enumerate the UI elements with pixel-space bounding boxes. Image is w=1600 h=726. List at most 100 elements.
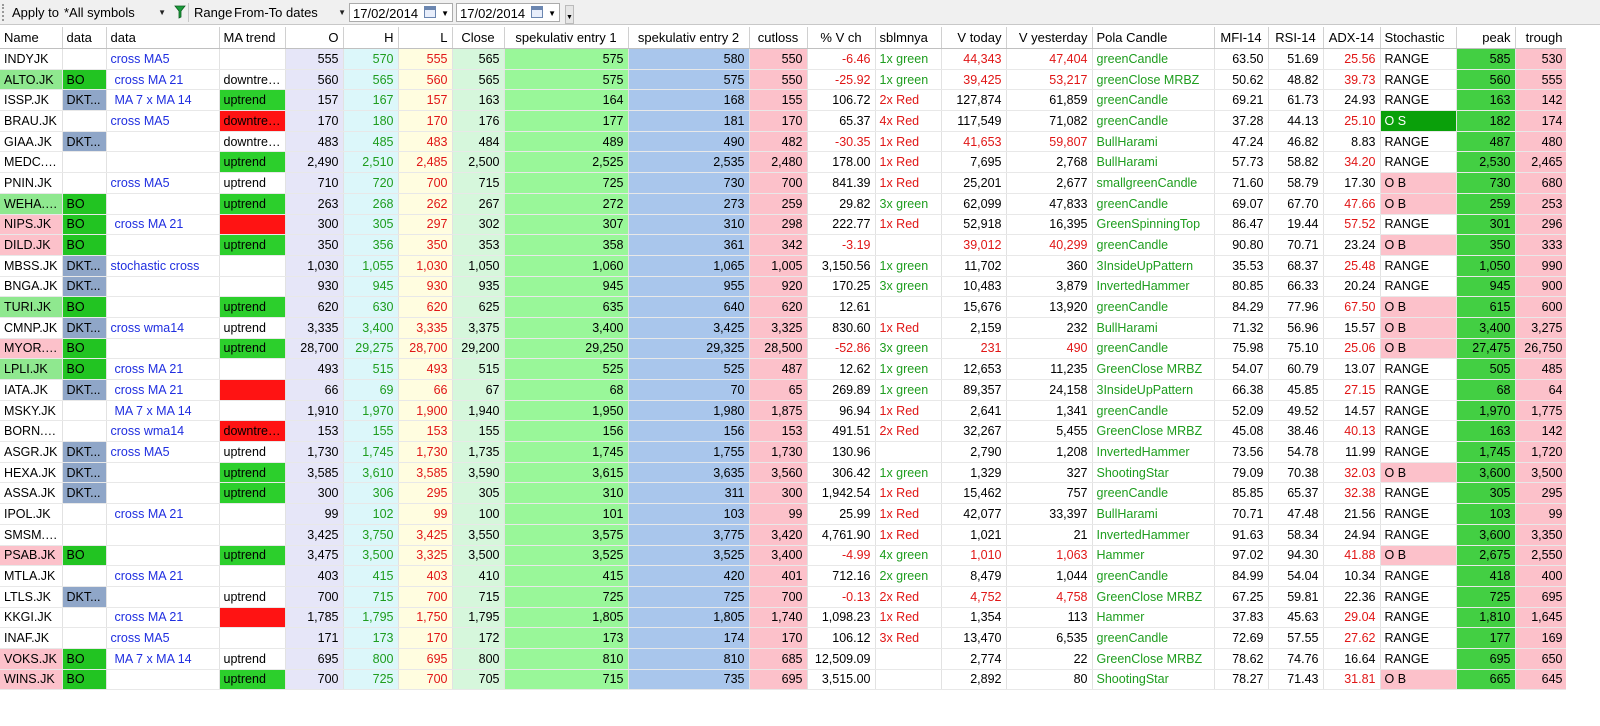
table-row[interactable]: MSKY.JK MA 7 x MA 14 1,910 1,970 1,900 1,940 1… <box>0 400 1568 422</box>
mfi-cell: 71.32 <box>1214 317 1269 339</box>
table-row[interactable]: GIAA.JK DKT... downtren... 483 485 483 484 489 4… <box>0 131 1568 153</box>
column-header[interactable]: MFI-14 <box>1214 27 1269 49</box>
column-header[interactable]: spekulativ entry 2 <box>628 27 750 49</box>
open-cell: 3,475 <box>285 545 344 567</box>
table-row[interactable]: MEDC.JK uptrend 2,490 2,510 2,485 2,500 2,525 2… <box>0 151 1568 174</box>
cutloss-cell: 170 <box>749 110 808 132</box>
table-row[interactable]: ASSA.JK DKT... uptrend 300 306 295 305 310 311 30… <box>0 482 1568 505</box>
table-row[interactable]: PNIN.JK cross MA5 uptrend 710 720 700 715 725 73… <box>0 172 1568 194</box>
table-row[interactable]: ISSP.JK DKT... MA 7 x MA 14 uptrend 157 167 15… <box>0 89 1568 112</box>
table-row[interactable]: IPOL.JK cross MA 21 99 102 99 100 101 103 99 25.9… <box>0 503 1568 525</box>
column-header[interactable]: RSI-14 <box>1268 27 1324 49</box>
table-row[interactable]: WEHA.JK BO uptrend 263 268 262 267 272 273 259 29.… <box>0 193 1568 215</box>
stochastic-cell: O S <box>1380 110 1457 132</box>
column-header[interactable]: Stochastic <box>1380 27 1457 49</box>
table-row[interactable]: VOKS.JK BO MA 7 x MA 14 uptrend 695 800 695 800… <box>0 648 1568 670</box>
candle-pattern-cell: greenCandle <box>1092 89 1215 112</box>
data-cell <box>62 110 107 132</box>
toolbar-overflow-button[interactable]: ▼ <box>565 5 574 24</box>
column-header[interactable]: % V ch <box>807 27 876 49</box>
volume-yesterday-cell: 3,879 <box>1006 276 1093 298</box>
column-header[interactable]: data <box>106 27 220 49</box>
volume-change-cell: 306.42 <box>807 462 876 484</box>
table-row[interactable]: ALTO.JK BO cross MA 21 downtren... 560 565 560… <box>0 69 1568 91</box>
adx-cell: 24.94 <box>1323 524 1381 546</box>
table-row[interactable]: PSAB.JK BO uptrend 3,475 3,500 3,325 3,500 3,52… <box>0 545 1568 567</box>
column-header[interactable]: spekulativ entry 1 <box>504 27 629 49</box>
column-header[interactable]: sblmnya <box>875 27 942 49</box>
table-row[interactable]: NIPS.JK BO cross MA 21 300 305 297 302 307 310 29… <box>0 214 1568 236</box>
table-row[interactable]: ASGR.JK DKT... cross MA5 uptrend 1,730 1,745 1… <box>0 441 1568 463</box>
column-header[interactable]: data <box>62 27 107 49</box>
mfi-cell: 45.08 <box>1214 420 1269 443</box>
candle-pattern-cell: greenCandle <box>1092 193 1215 215</box>
table-row[interactable]: MBSS.JK DKT... stochastic cross 1,030 1,055 1… <box>0 255 1568 277</box>
table-row[interactable]: BORN.JK cross wma14 downtren... 153 155 153 15… <box>0 420 1568 443</box>
open-cell: 493 <box>285 358 344 380</box>
high-cell: 155 <box>343 420 399 443</box>
table-row[interactable]: TURI.JK BO uptrend 620 630 620 625 635 640 620 12.… <box>0 296 1568 318</box>
table-row[interactable]: DILD.JK BO uptrend 350 356 350 353 358 361 342 -3.… <box>0 234 1568 256</box>
column-header[interactable]: Name <box>0 27 63 49</box>
column-header[interactable]: cutloss <box>749 27 808 49</box>
column-header[interactable]: H <box>343 27 399 49</box>
table-row[interactable]: BNGA.JK DKT... 930 945 930 935 945 955 920 170.25… <box>0 276 1568 298</box>
ma-trend-cell: downtren... <box>219 131 286 153</box>
table-row[interactable]: LTLS.JK DKT... uptrend 700 715 700 715 725 725 70… <box>0 586 1568 608</box>
name-cell: WEHA.JK <box>0 193 63 215</box>
column-header[interactable]: L <box>398 27 453 49</box>
column-header[interactable]: Close <box>452 27 505 49</box>
cutloss-cell: 401 <box>749 565 808 587</box>
table-row[interactable]: INAF.JK cross MA5 171 173 170 172 173 174 170 106… <box>0 627 1568 649</box>
apply-to-select[interactable]: *All symbols ▼ <box>64 3 168 22</box>
peak-cell: 945 <box>1456 276 1516 298</box>
table-row[interactable]: HEXA.JK DKT... uptrend 3,585 3,610 3,585 3,590… <box>0 462 1568 484</box>
low-cell: 2,485 <box>398 151 453 174</box>
range-select[interactable]: From-To dates ▼ <box>234 3 348 22</box>
table-row[interactable]: WINS.JK BO uptrend 700 725 700 705 715 735 695 3,5… <box>0 669 1568 691</box>
adx-cell: 16.64 <box>1323 648 1381 670</box>
column-header[interactable]: V yesterday <box>1006 27 1093 49</box>
name-cell: BORN.JK <box>0 420 63 443</box>
column-header[interactable]: V today <box>941 27 1007 49</box>
table-row[interactable]: LPLI.JK BO cross MA 21 493 515 493 515 525 525 48… <box>0 358 1568 380</box>
volume-change-cell: 712.16 <box>807 565 876 587</box>
candle-pattern-cell: smallgreenCandle <box>1092 172 1215 194</box>
high-cell: 515 <box>343 358 399 380</box>
table-row[interactable]: BRAU.JK cross MA5 downtren... 170 180 170 176 1… <box>0 110 1568 132</box>
candle-pattern-cell: GreenClose MRBZ <box>1092 420 1215 443</box>
table-row[interactable]: INDYJK cross MA5 555 570 555 565 575 580 550 -6.4… <box>0 48 1568 70</box>
table-row[interactable]: SMSM.JK 3,425 3,750 3,425 3,550 3,575 3,775 3,4… <box>0 524 1568 546</box>
table-row[interactable]: CMNP.JK DKT... cross wma14 uptrend 3,335 3,40… <box>0 317 1568 339</box>
peak-cell: 3,600 <box>1456 524 1516 546</box>
column-header[interactable]: Pola Candle <box>1092 27 1215 49</box>
close-cell: 67 <box>452 379 505 401</box>
volume-yesterday-cell: 360 <box>1006 255 1093 277</box>
adx-cell: 11.99 <box>1323 441 1381 463</box>
entry2-cell: 273 <box>628 193 750 215</box>
rsi-cell: 58.82 <box>1268 151 1324 174</box>
data-cell: DKT... <box>62 441 107 463</box>
volume-change-cell: 222.77 <box>807 214 876 236</box>
date-from-field[interactable]: 17/02/2014 ▼ <box>349 3 453 22</box>
filter-icon[interactable] <box>174 5 186 24</box>
column-header[interactable]: MA trend <box>219 27 286 49</box>
column-header[interactable]: O <box>285 27 344 49</box>
adx-cell: 57.52 <box>1323 214 1381 236</box>
column-header[interactable]: trough <box>1515 27 1568 49</box>
date-to-field[interactable]: 17/02/2014 ▼ <box>456 3 560 22</box>
volume-today-cell: 39,012 <box>941 234 1007 256</box>
table-row[interactable]: KKGI.JK cross MA 21 1,785 1,795 1,750 1,795 1,… <box>0 607 1568 629</box>
column-header[interactable]: ADX-14 <box>1323 27 1381 49</box>
signal-cell <box>106 462 220 484</box>
entry2-cell: 3,775 <box>628 524 750 546</box>
table-row[interactable]: IATA.JK DKT... cross MA 21 66 69 66 67 68 70 65 26… <box>0 379 1568 401</box>
table-row[interactable]: MTLA.JK cross MA 21 403 415 403 410 415 420 401 7… <box>0 565 1568 587</box>
column-header[interactable]: peak <box>1456 27 1516 49</box>
volume-yesterday-cell: 21 <box>1006 524 1093 546</box>
toolbar-grip[interactable] <box>2 4 8 21</box>
volume-today-cell: 25,201 <box>941 172 1007 194</box>
trough-cell: 1,645 <box>1515 607 1568 629</box>
previous-candle-cell: 3x green <box>875 338 942 360</box>
table-row[interactable]: MYOR.JK BO uptrend 28,700 29,275 28,700 29,200… <box>0 338 1568 360</box>
